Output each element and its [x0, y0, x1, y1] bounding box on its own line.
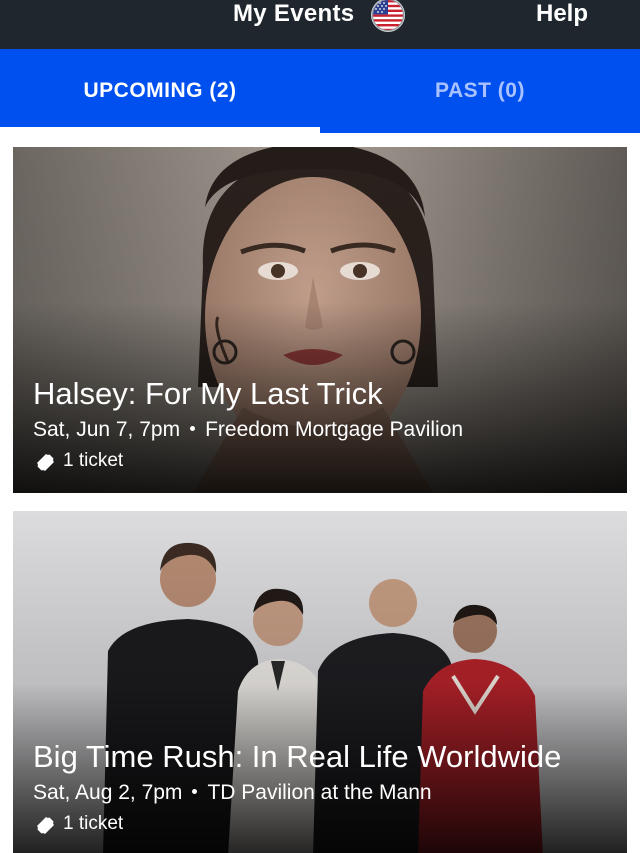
help-link[interactable]: Help — [536, 0, 588, 30]
ticket-icon — [37, 817, 54, 834]
ticket-icon — [37, 454, 54, 471]
tab-past[interactable]: PAST (0) — [320, 49, 640, 133]
event-date-venue: Sat, Aug 2, 7pm TD Pavilion at the Mann — [33, 778, 611, 808]
ticket-count-label: 1 ticket — [63, 813, 124, 834]
event-title: Big Time Rush: In Real Life Worldwide — [33, 739, 562, 774]
ticket-count: 1 ticket — [33, 810, 611, 838]
event-card[interactable]: Big Time Rush: In Real Life Worldwide Sa… — [13, 511, 627, 853]
event-date: Sat, Jun 7, 7pm — [33, 418, 181, 441]
event-title: Halsey: For My Last Trick — [33, 376, 383, 411]
event-venue: TD Pavilion at the Mann — [207, 781, 432, 804]
tab-upcoming[interactable]: UPCOMING (2) — [0, 49, 320, 133]
event-info: Halsey: For My Last Trick Sat, Jun 7, 7p… — [33, 375, 611, 475]
tab-bar: UPCOMING (2) PAST (0) — [0, 49, 640, 133]
event-card[interactable]: Halsey: For My Last Trick Sat, Jun 7, 7p… — [13, 147, 627, 493]
event-venue: Freedom Mortgage Pavilion — [205, 418, 464, 441]
page-title: My Events — [233, 0, 355, 27]
separator-dot — [192, 789, 198, 795]
separator-dot — [190, 426, 196, 432]
ticket-count-label: 1 ticket — [63, 450, 124, 471]
event-date: Sat, Aug 2, 7pm — [33, 781, 183, 804]
active-tab-indicator — [0, 127, 320, 133]
us-flag-icon[interactable] — [369, 0, 407, 33]
event-date-venue: Sat, Jun 7, 7pm Freedom Mortgage Pavilion — [33, 415, 611, 445]
event-info: Big Time Rush: In Real Life Worldwide Sa… — [33, 738, 611, 838]
top-bar: My Events Help — [0, 0, 640, 49]
ticket-count: 1 ticket — [33, 447, 611, 475]
